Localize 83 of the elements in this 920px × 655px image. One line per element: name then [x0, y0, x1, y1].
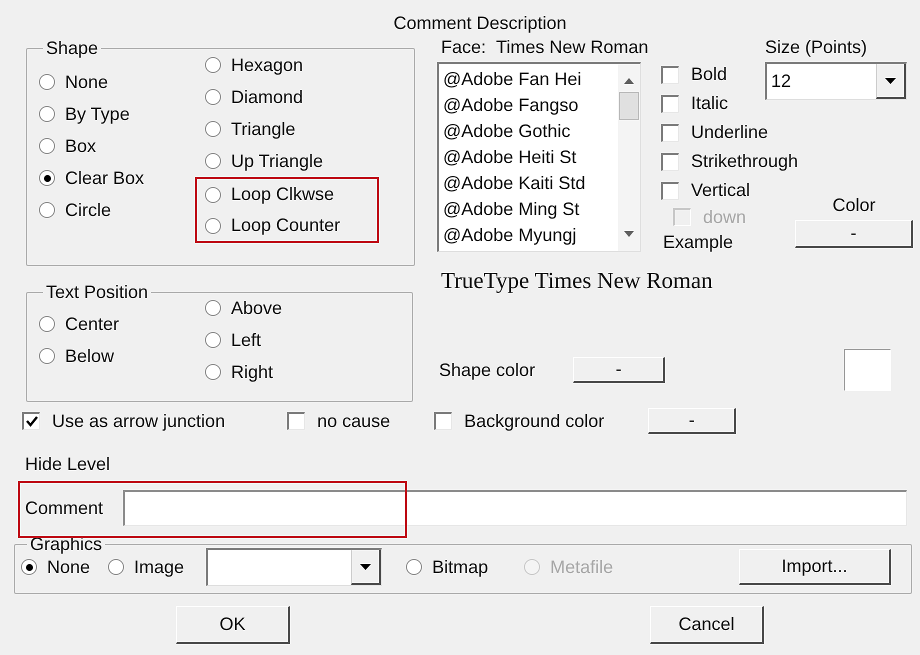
checkbox[interactable]: Vertical: [661, 176, 750, 205]
list-item[interactable]: @Adobe Fan Hei: [443, 66, 618, 92]
radio-button[interactable]: Image: [108, 551, 184, 583]
radio-indicator[interactable]: [39, 348, 55, 364]
scrollbar[interactable]: [618, 64, 640, 251]
shape-color-button[interactable]: -: [573, 357, 666, 383]
scroll-up-icon[interactable]: [624, 78, 634, 84]
import-button[interactable]: Import...: [739, 549, 891, 585]
color-label: Color: [831, 194, 876, 216]
example-text: TrueType Times New Roman: [440, 267, 714, 295]
group-label: Graphics: [29, 534, 104, 554]
radio-button[interactable]: Below: [37, 340, 203, 372]
radio-indicator[interactable]: [205, 186, 221, 202]
checkbox[interactable]: Underline: [661, 118, 768, 147]
radio-button[interactable]: Center: [37, 308, 203, 340]
image-dropdown[interactable]: [206, 548, 382, 586]
checkbox[interactable]: Use as arrow junction: [22, 408, 226, 434]
example-label: Example: [662, 231, 734, 253]
radio-button[interactable]: None: [37, 66, 203, 98]
color-button[interactable]: -: [795, 220, 913, 248]
radio-indicator[interactable]: [39, 202, 55, 218]
size-dropdown[interactable]: 12: [765, 62, 907, 100]
list-item[interactable]: @Adobe Heiti St: [443, 144, 618, 170]
radio-button[interactable]: Diamond: [203, 81, 379, 113]
radio-button[interactable]: Hexagon: [203, 49, 379, 81]
radio-button[interactable]: Circle: [37, 194, 203, 226]
radio-indicator[interactable]: [39, 316, 55, 332]
radio-indicator[interactable]: [205, 332, 221, 348]
list-item[interactable]: @Adobe Myungj: [443, 222, 618, 248]
radio-button[interactable]: Left: [203, 324, 282, 356]
radio-indicator[interactable]: [39, 106, 55, 122]
checkbox[interactable]: Background color: [434, 408, 604, 434]
list-item[interactable]: @Adobe Kaiti Std: [443, 170, 618, 196]
color-swatch[interactable]: [844, 349, 891, 391]
radio-button[interactable]: Bitmap: [406, 551, 488, 583]
face-value: Times New Roman: [496, 36, 648, 58]
scroll-thumb[interactable]: [619, 92, 639, 120]
background-color-button[interactable]: -: [648, 408, 736, 434]
radio-indicator[interactable]: [39, 74, 55, 90]
radio-button[interactable]: Box: [37, 130, 203, 162]
dialog-button[interactable]: OK: [176, 606, 290, 644]
radio-indicator[interactable]: [406, 559, 422, 575]
radio-button[interactable]: Right: [203, 356, 282, 388]
radio-button[interactable]: Loop Counter: [203, 210, 377, 241]
face-label: Face:: [441, 36, 486, 58]
checkbox[interactable]: no cause: [287, 408, 390, 434]
radio-indicator[interactable]: [39, 138, 55, 154]
radio-indicator[interactable]: [21, 559, 37, 575]
radio-indicator[interactable]: [205, 89, 221, 105]
size-label: Size (Points): [764, 36, 868, 58]
radio-button[interactable]: Above: [203, 292, 282, 324]
radio-button[interactable]: By Type: [37, 98, 203, 130]
caret-icon: [885, 78, 896, 84]
checkbox[interactable]: Italic: [661, 89, 728, 118]
radio-button[interactable]: Triangle: [203, 113, 379, 145]
comment-label: Comment: [25, 496, 104, 520]
group-label: Text Position: [45, 282, 150, 302]
group-label: Shape: [45, 38, 100, 58]
list-item[interactable]: @Adobe Gothic: [443, 118, 618, 144]
radio-indicator[interactable]: [205, 364, 221, 380]
radio-button[interactable]: Up Triangle: [203, 145, 379, 177]
comment-field[interactable]: [123, 490, 908, 526]
radio-indicator[interactable]: [205, 121, 221, 137]
hide-level-label: Hide Level: [24, 453, 110, 476]
caret-icon: [360, 564, 372, 570]
checkmark-icon: [26, 416, 38, 427]
radio-indicator[interactable]: [205, 57, 221, 73]
dialog-button[interactable]: Cancel: [650, 606, 764, 644]
list-item[interactable]: @Adobe Ming St: [443, 196, 618, 222]
radio-indicator[interactable]: [205, 218, 221, 234]
radio-indicator[interactable]: [108, 559, 124, 575]
radio-indicator[interactable]: [39, 170, 55, 186]
radio-indicator[interactable]: [205, 300, 221, 316]
dialog-title: Comment Description: [392, 12, 568, 35]
list-item[interactable]: @Adobe Fangso: [443, 92, 618, 118]
shape-color-label: Shape color: [438, 358, 536, 382]
font-list[interactable]: @Adobe Fan Hei @Adobe Fangso @Adobe Gothic @Adobe Heiti St @Adobe Kaiti Std @Adobe Ming St @Adobe Myungj: [437, 62, 641, 252]
radio-button[interactable]: Loop Clkwse: [203, 179, 377, 210]
radio-button[interactable]: Clear Box: [37, 162, 203, 194]
radio-indicator[interactable]: [205, 153, 221, 169]
scroll-down-icon[interactable]: [624, 231, 634, 237]
checkbox[interactable]: Strikethrough: [661, 147, 798, 176]
checkbox[interactable]: Bold: [661, 60, 728, 89]
